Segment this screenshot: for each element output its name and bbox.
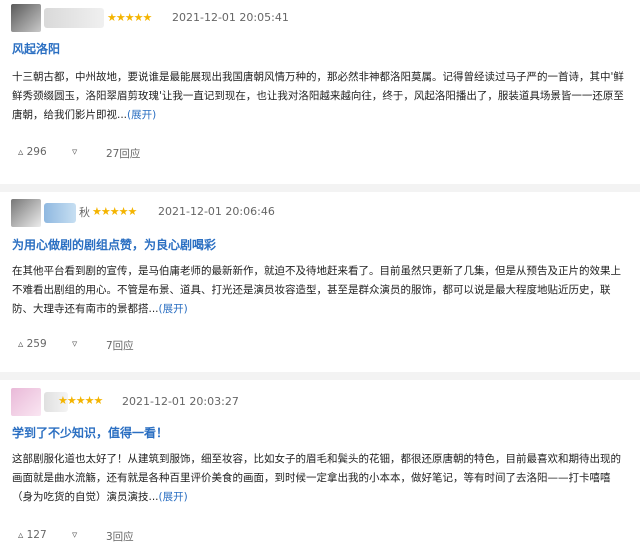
rating-stars: ★★★★★ [58,394,103,407]
review-date: 2021-12-01 20:06:46 [158,205,275,218]
review-card: 秋 ★★★★★ 2021-12-01 20:06:46 为用心做剧的剧组点赞，为… [0,194,640,366]
username-suffix[interactable]: 秋 [79,204,90,220]
username[interactable] [44,8,104,28]
avatar[interactable] [11,4,41,32]
thumb-up-icon: ▵ [18,529,24,541]
rating-stars: ★★★★★ [92,205,137,218]
review-title[interactable]: 学到了不少知识，值得一看！ [12,424,168,441]
thumb-down-icon: ▿ [72,529,78,541]
review-title[interactable]: 风起洛阳 [12,40,60,57]
thumb-up-icon: ▵ [18,146,24,158]
review-title[interactable]: 为用心做剧的剧组点赞，为良心剧喝彩 [12,236,216,253]
upvote-button[interactable]: ▵ 259 [18,338,47,350]
review-body: 这部剧服化道也太好了！从建筑到服饰，细至妆容，比如女子的眉毛和鬓头的花钿，都很还… [12,450,627,506]
review-body: 十三朝古都，中州故地，要说谁是最能展现出我国唐朝风情万种的，那必然非神都洛阳莫属… [12,68,627,124]
review-actions: ▵ 296 ▿ 27回应 [0,146,640,164]
rating-stars: ★★★★★ [107,11,152,24]
review-date: 2021-12-01 20:03:27 [122,395,239,408]
review-text: 在其他平台看到剧的宣传，是马伯庸老师的最新新作，就迫不及待地赶来看了。目前虽然只… [12,265,621,315]
review-text: 这部剧服化道也太好了！从建筑到服饰，细至妆容，比如女子的眉毛和鬓头的花钿，都很还… [12,453,621,503]
review-text: 十三朝古都，中州故地，要说谁是最能展现出我国唐朝风情万种的，那必然非神都洛阳莫属… [12,71,624,121]
thumb-down-icon: ▿ [72,338,78,350]
divider [0,184,640,192]
upvote-button[interactable]: ▵ 127 [18,529,47,541]
expand-link[interactable]: (展开) [159,303,188,315]
downvote-button[interactable]: ▿ [72,529,77,541]
reply-link[interactable]: 7回应 [106,338,134,353]
review-card: ★★★★★ 2021-12-01 20:03:27 学到了不少知识，值得一看！ … [0,384,640,548]
downvote-button[interactable]: ▿ [72,338,77,350]
reply-link[interactable]: 3回应 [106,529,134,544]
reply-link[interactable]: 27回应 [106,146,140,161]
review-body: 在其他平台看到剧的宣传，是马伯庸老师的最新新作，就迫不及待地赶来看了。目前虽然只… [12,262,627,318]
divider [0,372,640,380]
avatar[interactable] [11,388,41,416]
upvote-count: 296 [26,146,47,158]
expand-link[interactable]: (展开) [127,109,156,121]
review-card: ★★★★★ 2021-12-01 20:05:41 风起洛阳 十三朝古都，中州故… [0,0,640,172]
downvote-button[interactable]: ▿ [72,146,77,158]
review-actions: ▵ 259 ▿ 7回应 [0,338,640,356]
upvote-count: 127 [26,529,47,541]
expand-link[interactable]: (展开) [159,491,188,503]
thumb-up-icon: ▵ [18,338,24,350]
review-date: 2021-12-01 20:05:41 [172,11,289,24]
review-actions: ▵ 127 ▿ 3回应 [0,529,640,547]
upvote-button[interactable]: ▵ 296 [18,146,47,158]
thumb-down-icon: ▿ [72,146,78,158]
upvote-count: 259 [26,338,47,350]
username[interactable] [44,203,76,223]
avatar[interactable] [11,199,41,227]
